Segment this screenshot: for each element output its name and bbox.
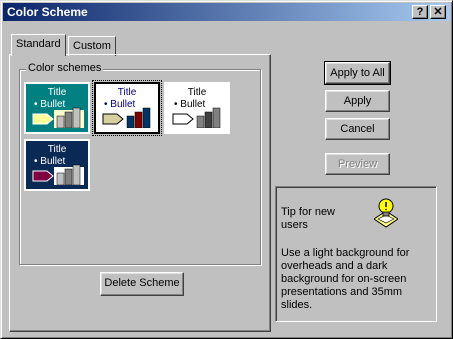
swatch-bar-chart	[124, 107, 154, 128]
tip-box: Tip for new users Use a light background…	[275, 186, 437, 322]
lightbulb-icon	[374, 198, 398, 228]
tip-body: Use a light background for overheads and…	[281, 247, 410, 311]
close-button[interactable]: ✕	[430, 5, 446, 19]
swatch-arrow-shape	[32, 170, 54, 182]
tab-custom[interactable]: Custom	[68, 36, 116, 56]
swatch-title: Title	[187, 87, 207, 98]
apply-button[interactable]: Apply	[325, 90, 390, 112]
swatch-title: Title	[47, 144, 67, 155]
swatch-arrow-shape	[32, 113, 54, 125]
swatch-arrow-shape	[102, 113, 124, 125]
title-bar: Color Scheme ? ✕	[3, 3, 450, 21]
standard-tab-panel: Color schemes Title • Bullet Title • Bullet…	[9, 54, 271, 332]
color-scheme-swatch[interactable]: Title • Bullet	[24, 139, 90, 191]
swatch-arrow-shape	[172, 113, 194, 125]
swatch-title: Title	[47, 87, 67, 98]
tab-standard-label: Standard	[16, 38, 61, 50]
tab-custom-label: Custom	[73, 40, 111, 52]
color-scheme-dialog: Color Scheme ? ✕ Standard Custom Color s…	[0, 0, 453, 339]
tab-standard[interactable]: Standard	[11, 34, 66, 56]
swatch-title: Title	[117, 87, 137, 98]
delete-scheme-button[interactable]: Delete Scheme	[100, 272, 184, 296]
swatch-bar-chart	[54, 164, 84, 185]
preview-button[interactable]: Preview	[325, 153, 390, 175]
color-scheme-swatch[interactable]: Title • Bullet	[92, 80, 162, 136]
tip-heading: Tip for new users	[281, 206, 336, 231]
color-scheme-swatch[interactable]: Title • Bullet	[24, 82, 90, 134]
color-scheme-swatch[interactable]: Title • Bullet	[164, 82, 230, 134]
help-button[interactable]: ?	[412, 5, 428, 19]
color-schemes-label: Color schemes	[26, 62, 104, 74]
swatch-bar-chart	[54, 107, 84, 128]
cancel-button[interactable]: Cancel	[325, 118, 390, 140]
swatch-bar-chart	[194, 107, 224, 128]
apply-to-all-button[interactable]: Apply to All	[324, 61, 391, 85]
window-title: Color Scheme	[7, 5, 88, 19]
